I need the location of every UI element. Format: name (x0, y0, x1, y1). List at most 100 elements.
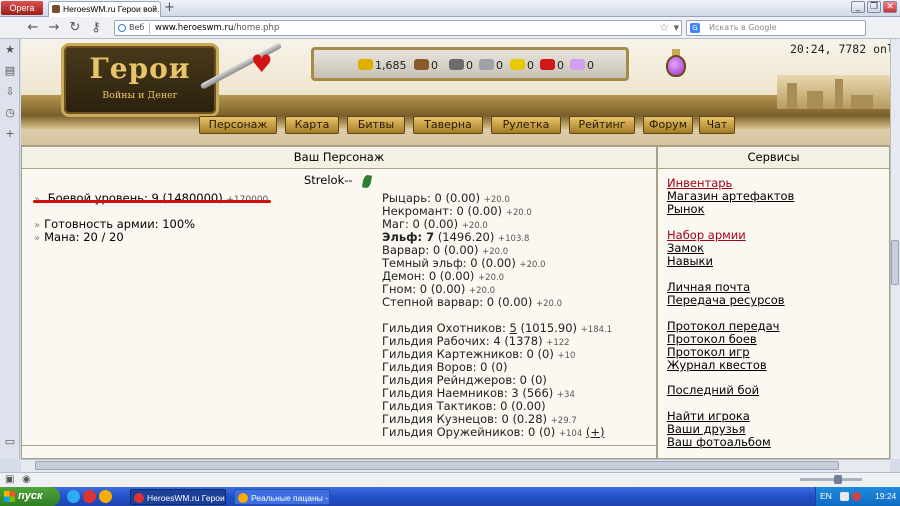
menu-roulette[interactable]: Рулетка (491, 116, 561, 134)
menu-forum[interactable]: Форум (643, 116, 693, 134)
link-skills[interactable]: Навыки (667, 255, 713, 268)
back-arrow-icon[interactable]: ← (24, 19, 42, 37)
gems-icon (570, 59, 585, 70)
downloads-icon[interactable]: ⇩ (3, 85, 17, 99)
resource-ore: 0 (449, 59, 473, 73)
link-transfer-resources[interactable]: Передача ресурсов (667, 294, 785, 307)
health-heart-icon[interactable]: ♥ (251, 52, 273, 76)
add-panel-icon[interactable]: + (3, 127, 17, 141)
elf-faction-leaf-icon (361, 174, 373, 189)
menu-battles[interactable]: Битвы (347, 116, 405, 134)
google-icon[interactable]: G (690, 23, 700, 33)
castle-illustration (777, 75, 890, 109)
resource-crystals: 0 (540, 59, 564, 73)
zoom-slider[interactable] (800, 478, 862, 481)
divider (22, 445, 656, 446)
character-panel-title: Ваш Персонаж (22, 147, 656, 169)
taskbar-item-opera[interactable]: HeroesWM.ru Герои ... (130, 489, 226, 505)
mana-flask-icon[interactable] (666, 55, 686, 77)
url-field[interactable]: Веб www.heroeswm.ru/home.php ☆ ▼ (114, 20, 682, 36)
reload-icon[interactable]: ↻ (66, 19, 84, 37)
opera-menu-button[interactable]: Opera (1, 1, 43, 15)
mercury-icon (479, 59, 494, 70)
resource-gems: 0 (570, 59, 594, 73)
search-input[interactable]: G Искать в Google (686, 20, 866, 36)
link-quest-journal[interactable]: Журнал квестов (667, 359, 767, 372)
search-placeholder: Искать в Google (709, 23, 777, 32)
window-close-button[interactable]: ✕ (883, 1, 897, 13)
url-dropdown-icon[interactable]: ▼ (674, 21, 679, 36)
chrome-quicklaunch-icon[interactable] (99, 490, 112, 503)
zoom-slider-knob[interactable] (834, 475, 842, 484)
link-photo-album[interactable]: Ваш фотоальбом (667, 436, 771, 449)
resource-sulfur: 0 (510, 59, 534, 73)
crystals-icon (540, 59, 555, 70)
combat-level: » Боевой уровень: 9 (1480000) +170000 (34, 191, 268, 207)
game-header: Герои Войны и Денег ♥ 1,685 0 0 0 0 0 0 … (21, 39, 890, 145)
bookmarks-star-icon[interactable]: ★ (3, 43, 17, 57)
tray-icon[interactable] (840, 492, 849, 501)
logo-subtitle: Войны и Денег (102, 90, 178, 101)
guild-row: Гильдия Оружейников: 0 (0) +104 (+) (382, 425, 605, 440)
resource-wood: 0 (414, 59, 438, 73)
expand-guilds-link[interactable]: (+) (586, 425, 605, 439)
panel-icon[interactable]: ▣ (5, 474, 14, 485)
panel-toggle-icon[interactable]: ▭ (3, 435, 17, 449)
forward-arrow-icon[interactable]: → (45, 19, 63, 37)
address-toolbar: ← → ↻ ⚷ Веб www.heroeswm.ru/home.php ☆ ▼… (0, 17, 900, 39)
logo-title: Герои (89, 52, 191, 85)
new-tab-button[interactable]: + (164, 1, 175, 15)
site-favicon-icon (52, 5, 60, 13)
sulfur-icon (510, 59, 525, 70)
tab-close-icon[interactable]: × (152, 2, 157, 16)
windows-logo-icon (4, 491, 15, 502)
guild-level-link[interactable]: 5 (510, 321, 517, 335)
side-panel: ★ ▤ ⇩ ◷ + ▭ (0, 39, 20, 459)
ie-quicklaunch-icon[interactable] (67, 490, 80, 503)
ore-icon (449, 59, 464, 70)
hero-name[interactable]: Strelok-- (304, 173, 353, 187)
taskbar-item-chrome[interactable]: Реальные пацаны - ... (234, 489, 330, 505)
tray-icon[interactable] (852, 492, 861, 501)
game-logo[interactable]: Герои Войны и Денег (61, 43, 219, 117)
window-minimize-button[interactable]: _ (851, 1, 865, 13)
start-button[interactable]: пуск (0, 487, 60, 506)
main-menu: Персонаж Карта Битвы Таверна Рулетка Рей… (195, 116, 739, 136)
clock: 19:24 (875, 491, 897, 501)
horizontal-scroll-thumb[interactable] (35, 461, 839, 470)
system-tray: EN 19:24 (815, 487, 900, 506)
bookmark-star-icon[interactable]: ☆ (659, 21, 669, 35)
mana: » Мана: 20 / 20 (34, 230, 124, 244)
key-icon[interactable]: ⚷ (87, 19, 105, 37)
resource-gold: 1,685 (358, 59, 407, 73)
opera-quicklaunch-icon[interactable] (83, 490, 96, 503)
site-badge[interactable]: Веб (118, 22, 144, 34)
window-restore-button[interactable]: ❐ (867, 1, 881, 13)
browser-status-bar: ▣ ◉ (0, 472, 900, 487)
link-last-battle[interactable]: Последний бой (667, 384, 759, 397)
browser-tab-active[interactable]: HeroesWM.ru Герои вой... × (48, 1, 161, 17)
notes-icon[interactable]: ▤ (3, 64, 17, 78)
menu-tavern[interactable]: Таверна (413, 116, 483, 134)
resources-panel: 1,685 0 0 0 0 0 0 (311, 47, 629, 81)
url-host: www.heroeswm.ru (155, 23, 234, 33)
server-time-online: 20:24, 7782 onlin (790, 42, 890, 56)
menu-map[interactable]: Карта (285, 116, 339, 134)
services-panel: Сервисы Инвентарь Магазин артефактов Рын… (657, 145, 890, 459)
turbo-icon[interactable]: ◉ (22, 474, 31, 485)
link-market[interactable]: Рынок (667, 203, 705, 216)
red-underline-annotation (33, 200, 271, 203)
url-path: /home.php (233, 23, 280, 33)
services-panel-title: Сервисы (658, 147, 889, 169)
character-panel: Ваш Персонаж Strelok-- » Боевой уровень:… (21, 145, 657, 459)
history-clock-icon[interactable]: ◷ (3, 106, 17, 120)
menu-rating[interactable]: Рейтинг (569, 116, 635, 134)
resource-mercury: 0 (479, 59, 503, 73)
vertical-scroll-thumb[interactable] (891, 240, 899, 285)
language-indicator[interactable]: EN (820, 487, 832, 506)
gold-icon (358, 59, 373, 70)
menu-character[interactable]: Персонаж (199, 116, 277, 134)
wood-icon (414, 59, 429, 70)
menu-chat[interactable]: Чат (699, 116, 735, 134)
globe-icon (118, 24, 126, 32)
